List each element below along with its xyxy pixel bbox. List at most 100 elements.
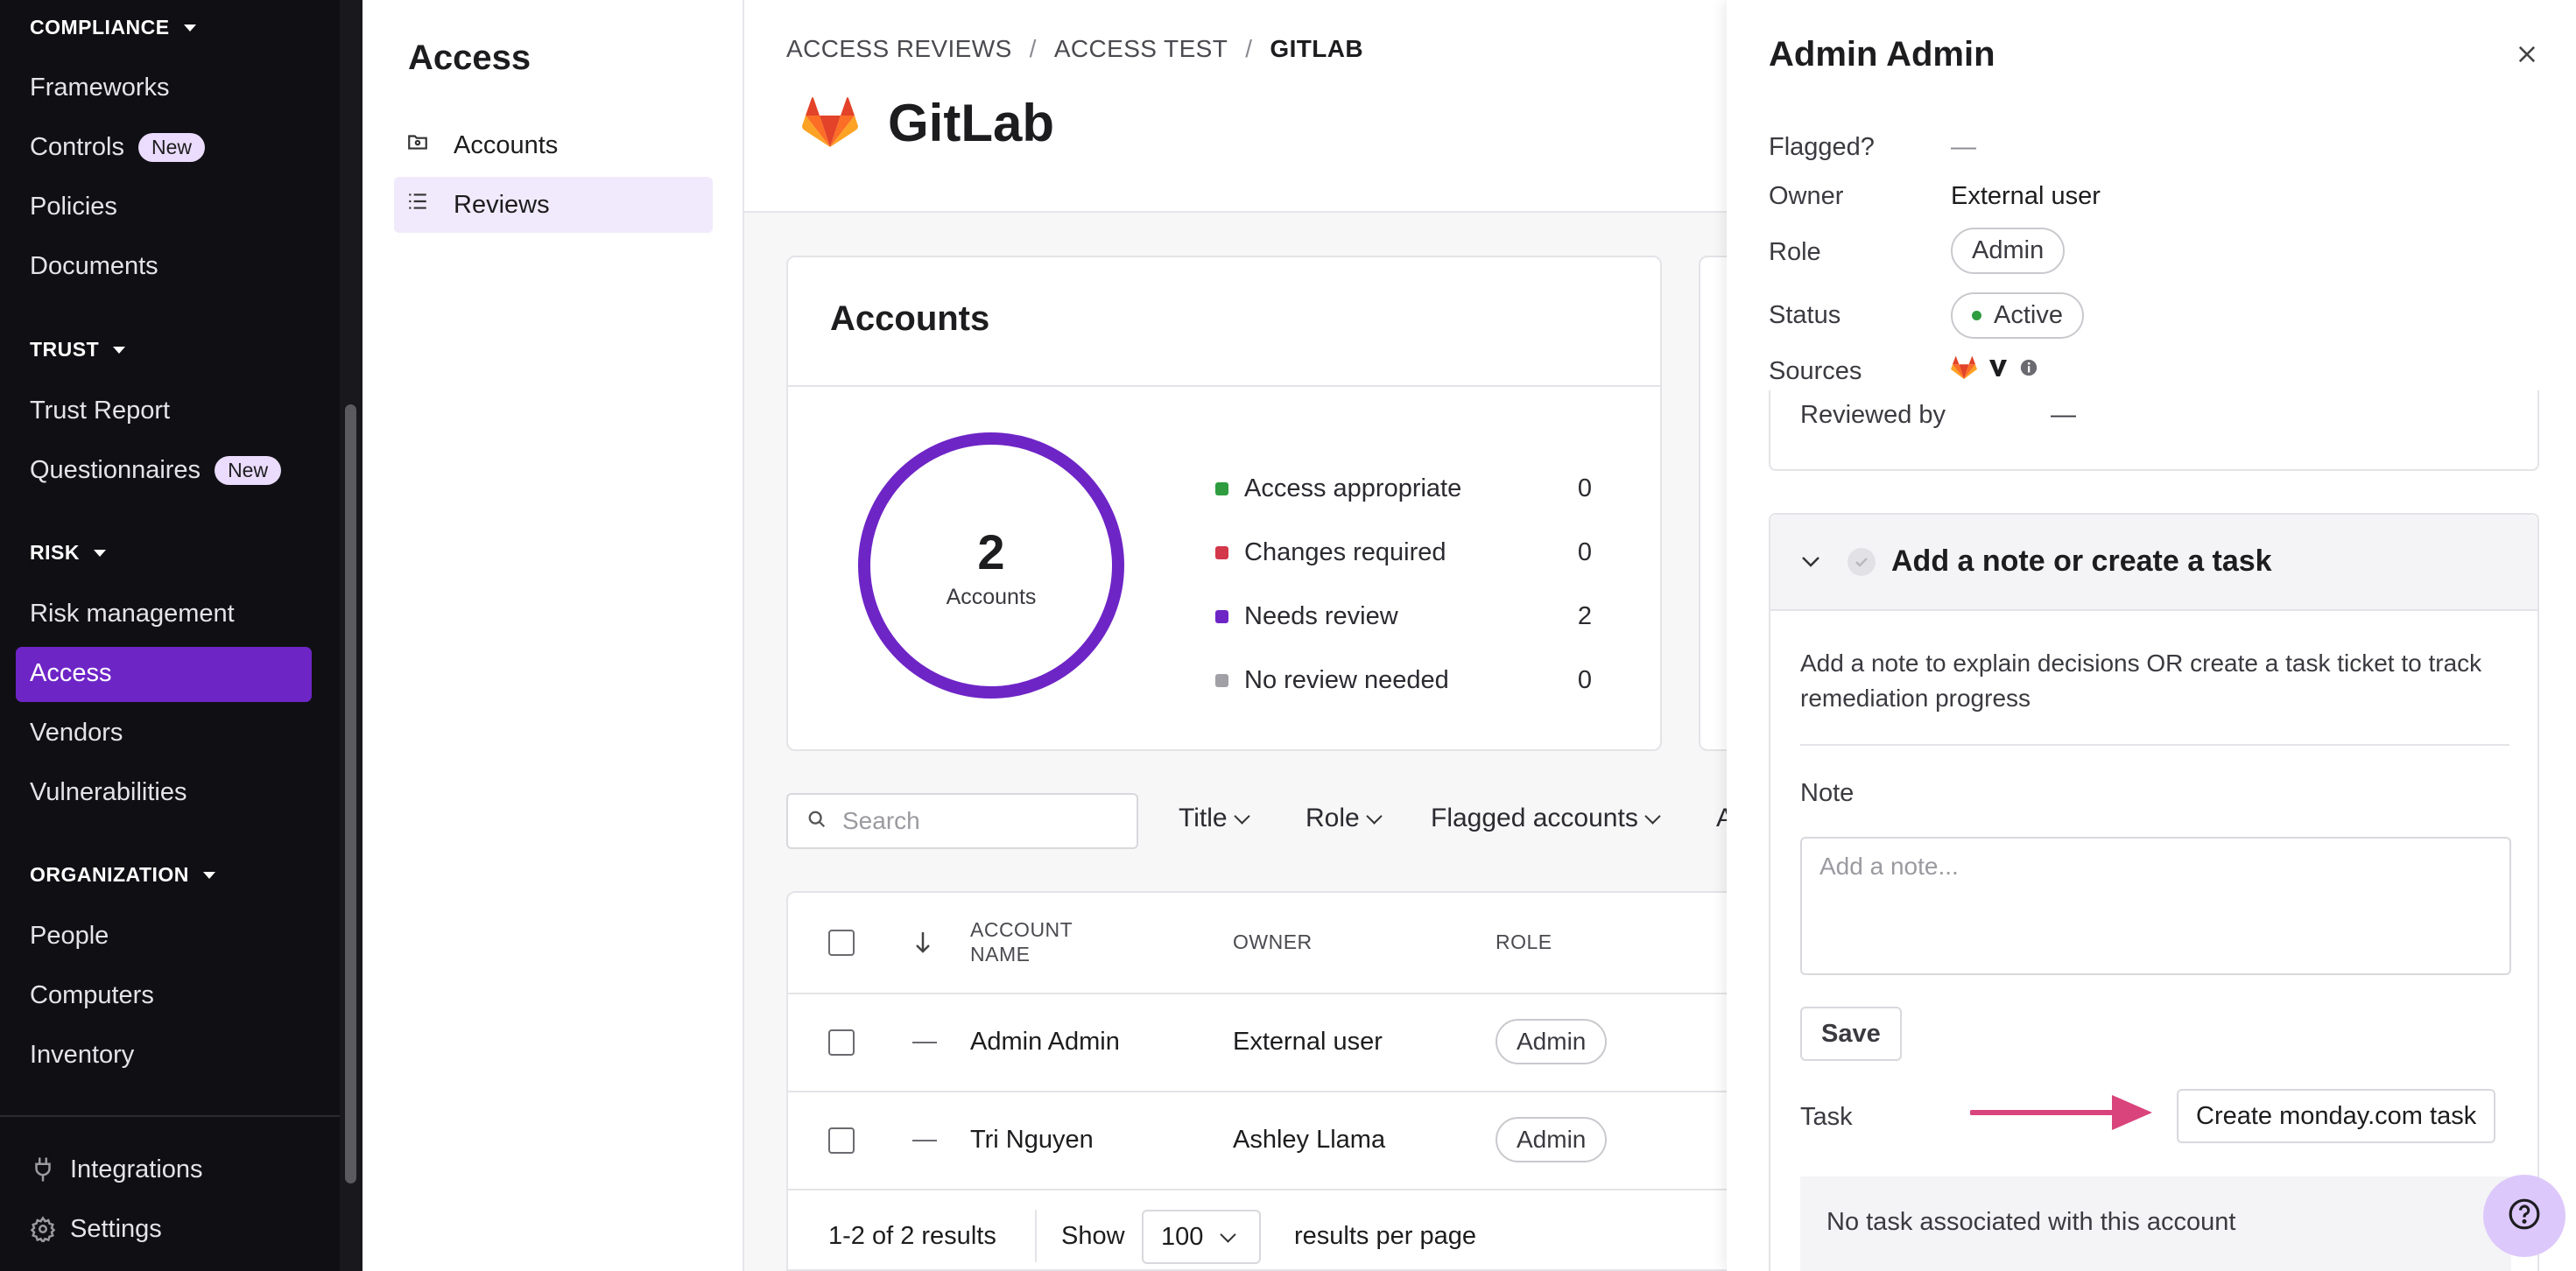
create-monday-task-button[interactable]: Create monday.com task <box>2177 1089 2496 1143</box>
sources-list <box>1951 355 2038 384</box>
note-label: Note <box>1800 779 1855 807</box>
role-badge: Admin <box>1496 1117 1608 1162</box>
nav-section-compliance[interactable]: COMPLIANCE <box>30 16 196 39</box>
nav-section-trust[interactable]: TRUST <box>30 338 126 362</box>
breadcrumb-item-access-test[interactable]: ACCESS TEST <box>1054 35 1228 63</box>
nav-item-trust-report[interactable]: Trust Report <box>30 393 170 428</box>
search-input[interactable] <box>842 807 1123 835</box>
legend-row-access-appropriate: Access appropriate 0 <box>1215 471 1592 506</box>
nav-item-integrations[interactable]: Integrations <box>30 1152 203 1187</box>
nav-section-organization[interactable]: ORGANIZATION <box>30 863 215 887</box>
note-textarea[interactable] <box>1800 837 2511 975</box>
list-icon <box>406 190 429 220</box>
card-title: Accounts <box>830 299 990 338</box>
table-row[interactable]: Admin Admin External user Admin <box>788 994 1751 1091</box>
search-icon <box>807 810 827 833</box>
nav-item-access[interactable]: Access <box>30 656 111 691</box>
legend-row-needs-review: Needs review 2 <box>1215 599 1592 634</box>
caret-down-icon <box>183 24 196 32</box>
column-header-role[interactable]: ROLE <box>1496 930 1552 954</box>
save-button[interactable]: Save <box>1800 1007 1902 1061</box>
drawer-title: Admin Admin <box>1769 35 1995 74</box>
search-box[interactable] <box>786 793 1138 849</box>
arrow-right-icon <box>1969 1091 2156 1139</box>
new-badge: New <box>138 132 206 162</box>
nav-section-risk[interactable]: RISK <box>30 541 106 565</box>
subnav-item-accounts[interactable]: Accounts <box>394 117 713 173</box>
owner-label: Owner <box>1769 182 1844 210</box>
flag-empty-indicator <box>912 1140 937 1141</box>
column-header-owner[interactable]: OWNER <box>1233 930 1313 954</box>
close-icon[interactable] <box>2515 42 2539 67</box>
caret-down-icon <box>202 871 215 879</box>
new-badge: New <box>215 455 282 485</box>
gear-icon <box>30 1216 56 1242</box>
nav-item-inventory[interactable]: Inventory <box>30 1037 134 1072</box>
table-row[interactable]: Tri Nguyen Ashley Llama Admin <box>788 1092 1751 1189</box>
access-subnav: Access Accounts Reviews <box>362 0 744 1271</box>
legend-swatch <box>1215 673 1228 687</box>
no-task-message: No task associated with this account <box>1800 1176 2511 1271</box>
donut-total: 2 <box>977 524 1005 579</box>
subnav-title: Access <box>408 39 531 77</box>
sort-arrow-down-icon[interactable] <box>912 930 933 960</box>
nav-item-frameworks[interactable]: Frameworks <box>30 70 170 105</box>
pagination-show-label: Show <box>1061 1222 1125 1250</box>
info-icon[interactable] <box>2019 358 2038 382</box>
legend-swatch <box>1215 609 1228 623</box>
nav-item-vulnerabilities[interactable]: Vulnerabilities <box>30 775 187 810</box>
filter-flagged-accounts[interactable]: Flagged accounts <box>1431 804 1661 833</box>
per-page-select[interactable]: 100 <box>1142 1210 1261 1264</box>
note-task-description: Add a note to explain decisions OR creat… <box>1800 650 2482 712</box>
card-divider <box>788 385 1660 387</box>
note-task-card-header[interactable]: Add a note or create a task <box>1770 515 2537 611</box>
note-task-card: Add a note or create a task Add a note t… <box>1769 513 2539 1271</box>
select-all-checkbox[interactable] <box>828 930 855 956</box>
reviewed-by-label: Reviewed by <box>1800 401 1946 429</box>
nav-item-policies[interactable]: Policies <box>30 189 117 224</box>
pagination-results-count: 1-2 of 2 results <box>828 1222 996 1250</box>
sources-label: Sources <box>1769 357 1862 385</box>
sidebar-scrollbar[interactable] <box>345 404 356 1183</box>
row-divider <box>788 1189 1751 1190</box>
gitlab-source-icon <box>1951 355 1977 384</box>
nav-item-risk-management[interactable]: Risk management <box>30 596 235 631</box>
caret-down-icon <box>113 346 126 354</box>
page-title: GitLab <box>888 94 1054 152</box>
main-content: ACCESS REVIEWS / ACCESS TEST / GITLAB Gi… <box>744 0 1751 1271</box>
accounts-table: ACCOUNT NAME OWNER ROLE Admin Admin Exte… <box>786 891 1751 1271</box>
nav-item-controls[interactable]: Controls New <box>30 130 206 165</box>
donut-label: Accounts <box>946 585 1037 609</box>
owner-value: External user <box>1951 182 2101 210</box>
question-circle-icon <box>2508 1197 2541 1235</box>
chevron-down-icon <box>1220 1225 1237 1243</box>
legend-row-changes-required: Changes required 0 <box>1215 535 1592 570</box>
nav-item-vendors[interactable]: Vendors <box>30 715 123 750</box>
breadcrumb-item-access-reviews[interactable]: ACCESS REVIEWS <box>786 35 1012 63</box>
row-checkbox[interactable] <box>828 1127 855 1154</box>
nav-item-documents[interactable]: Documents <box>30 249 158 284</box>
filter-title[interactable]: Title <box>1179 804 1250 833</box>
breadcrumb-separator: / <box>1245 35 1253 62</box>
nav-item-computers[interactable]: Computers <box>30 978 154 1013</box>
legend-swatch <box>1215 545 1228 559</box>
accounts-donut-chart: 2 Accounts <box>856 431 1126 700</box>
header-divider <box>744 211 1727 213</box>
review-info-card: Reviewed by — <box>1769 390 2539 471</box>
column-header-account-name[interactable]: ACCOUNT NAME <box>970 917 1101 966</box>
flagged-label: Flagged? <box>1769 133 1875 161</box>
nav-item-questionnaires[interactable]: Questionnaires New <box>30 453 282 488</box>
accounts-summary-card: Accounts 2 Accounts Access appropriate 0… <box>786 256 1662 751</box>
subnav-item-reviews[interactable]: Reviews <box>394 177 713 233</box>
nav-item-people[interactable]: People <box>30 918 109 953</box>
row-checkbox[interactable] <box>828 1029 855 1056</box>
role-badge: Admin <box>1951 228 2066 274</box>
filter-role[interactable]: Role <box>1306 804 1383 833</box>
help-button[interactable] <box>2483 1175 2565 1257</box>
chevron-down-icon[interactable] <box>1800 555 1821 573</box>
legend-swatch <box>1215 481 1228 495</box>
status-label: Status <box>1769 301 1841 329</box>
breadcrumb: ACCESS REVIEWS / ACCESS TEST / GITLAB <box>786 35 1363 63</box>
account-owner: Ashley Llama <box>1233 1126 1386 1154</box>
nav-item-settings[interactable]: Settings <box>30 1211 162 1246</box>
